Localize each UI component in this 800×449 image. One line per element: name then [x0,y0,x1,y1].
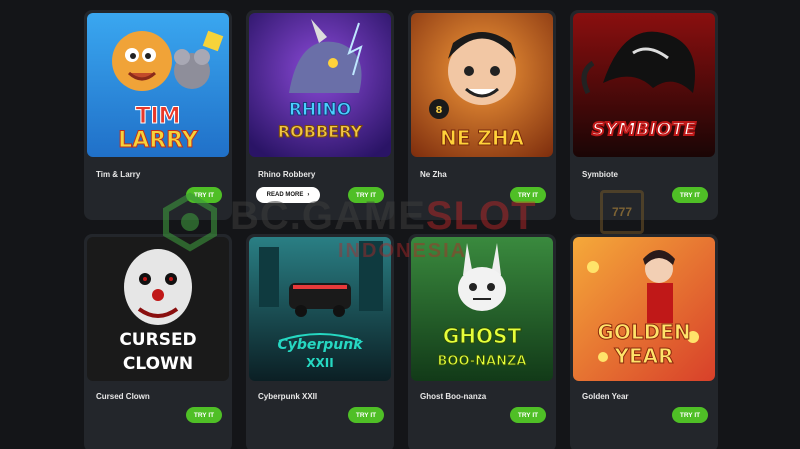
read-more-button[interactable]: READ MORE › [256,187,320,203]
svg-text:GHOST: GHOST [443,324,522,348]
game-thumbnail[interactable]: SYMBIOTE [573,13,715,157]
game-card-ghost-boo-nanza[interactable]: GHOST BOO-NANZA Ghost Boo-nanza TRY IT [408,234,556,449]
game-card-ne-zha[interactable]: 8 NE ZHA Ne Zha TRY IT [408,10,556,220]
svg-text:GOLDEN: GOLDEN [597,320,690,344]
game-title: Symbiote [582,170,619,179]
try-it-button[interactable]: TRY IT [672,187,708,203]
svg-text:XXII: XXII [306,356,333,370]
svg-text:TIM: TIM [135,104,180,129]
svg-text:CURSED: CURSED [119,330,196,350]
game-thumbnail[interactable]: Cyberpunk XXII [249,237,391,381]
game-thumbnail[interactable]: 8 NE ZHA [411,13,553,157]
game-card-cursed-clown[interactable]: CURSED CLOWN Cursed Clown TRY IT [84,234,232,449]
svg-text:BOO-NANZA: BOO-NANZA [438,354,527,369]
game-card-rhino-robbery[interactable]: RHINO ROBBERY Rhino Robbery READ MORE › … [246,10,394,220]
chevron-right-icon: › [307,192,310,198]
svg-text:8: 8 [436,105,443,116]
svg-text:RHINO: RHINO [289,100,351,120]
game-thumbnail[interactable]: TIM LARRY [87,13,229,157]
game-title: Rhino Robbery [258,170,316,179]
game-card-golden-year[interactable]: GOLDEN YEAR Golden Year TRY IT [570,234,718,449]
svg-text:ROBBERY: ROBBERY [278,122,363,141]
game-card-tim-larry[interactable]: TIM LARRY Tim & Larry TRY IT [84,10,232,220]
try-it-button[interactable]: TRY IT [186,407,222,423]
try-it-button[interactable]: TRY IT [348,187,384,203]
game-title: Ghost Boo-nanza [420,392,487,401]
game-title: Golden Year [582,392,629,401]
game-title: Cyberpunk XXII [258,392,318,401]
try-it-button[interactable]: TRY IT [348,407,384,423]
try-it-button[interactable]: TRY IT [672,407,708,423]
svg-text:SYMBIOTE: SYMBIOTE [592,119,697,140]
try-it-button[interactable]: TRY IT [186,187,222,203]
try-it-button[interactable]: TRY IT [510,407,546,423]
game-card-symbiote[interactable]: SYMBIOTE Symbiote TRY IT [570,10,718,220]
svg-text:YEAR: YEAR [613,344,673,368]
game-title: Tim & Larry [96,170,141,179]
game-title: Cursed Clown [96,392,150,401]
game-thumbnail[interactable]: GHOST BOO-NANZA [411,237,553,381]
svg-text:CLOWN: CLOWN [123,354,193,374]
svg-text:Cyberpunk: Cyberpunk [277,337,364,353]
game-title: Ne Zha [420,170,447,179]
read-more-label: READ MORE [266,192,304,198]
try-it-button[interactable]: TRY IT [510,187,546,203]
game-card-cyberpunk-xxii[interactable]: Cyberpunk XXII Cyberpunk XXII TRY IT [246,234,394,449]
game-thumbnail[interactable]: RHINO ROBBERY [249,13,391,157]
game-thumbnail[interactable]: CURSED CLOWN [87,237,229,381]
svg-text:NE ZHA: NE ZHA [440,126,525,150]
game-thumbnail[interactable]: GOLDEN YEAR [573,237,715,381]
svg-text:LARRY: LARRY [118,128,199,153]
